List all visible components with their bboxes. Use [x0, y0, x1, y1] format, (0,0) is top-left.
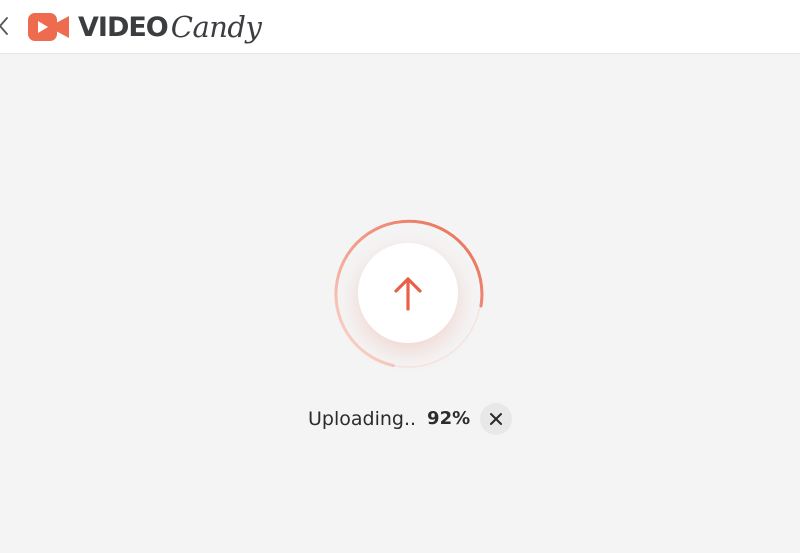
upload-status: Uploading.. 92% [308, 402, 513, 435]
close-icon [490, 412, 503, 425]
upload-percent: 92% [427, 408, 471, 429]
upload-button [358, 243, 458, 343]
upload-status-label: Uploading.. [308, 407, 417, 430]
logo-word-candy: Candy [170, 9, 262, 44]
chevron-left-icon [0, 17, 8, 35]
back-button[interactable] [0, 13, 12, 39]
videocandy-logo[interactable]: VIDEO Candy [28, 8, 262, 46]
video-camera-icon [28, 13, 69, 41]
logo-word-video: VIDEO [78, 11, 169, 43]
cancel-upload-button[interactable] [480, 402, 513, 435]
app-header: VIDEO Candy [0, 0, 800, 54]
arrow-up-icon [394, 277, 422, 311]
